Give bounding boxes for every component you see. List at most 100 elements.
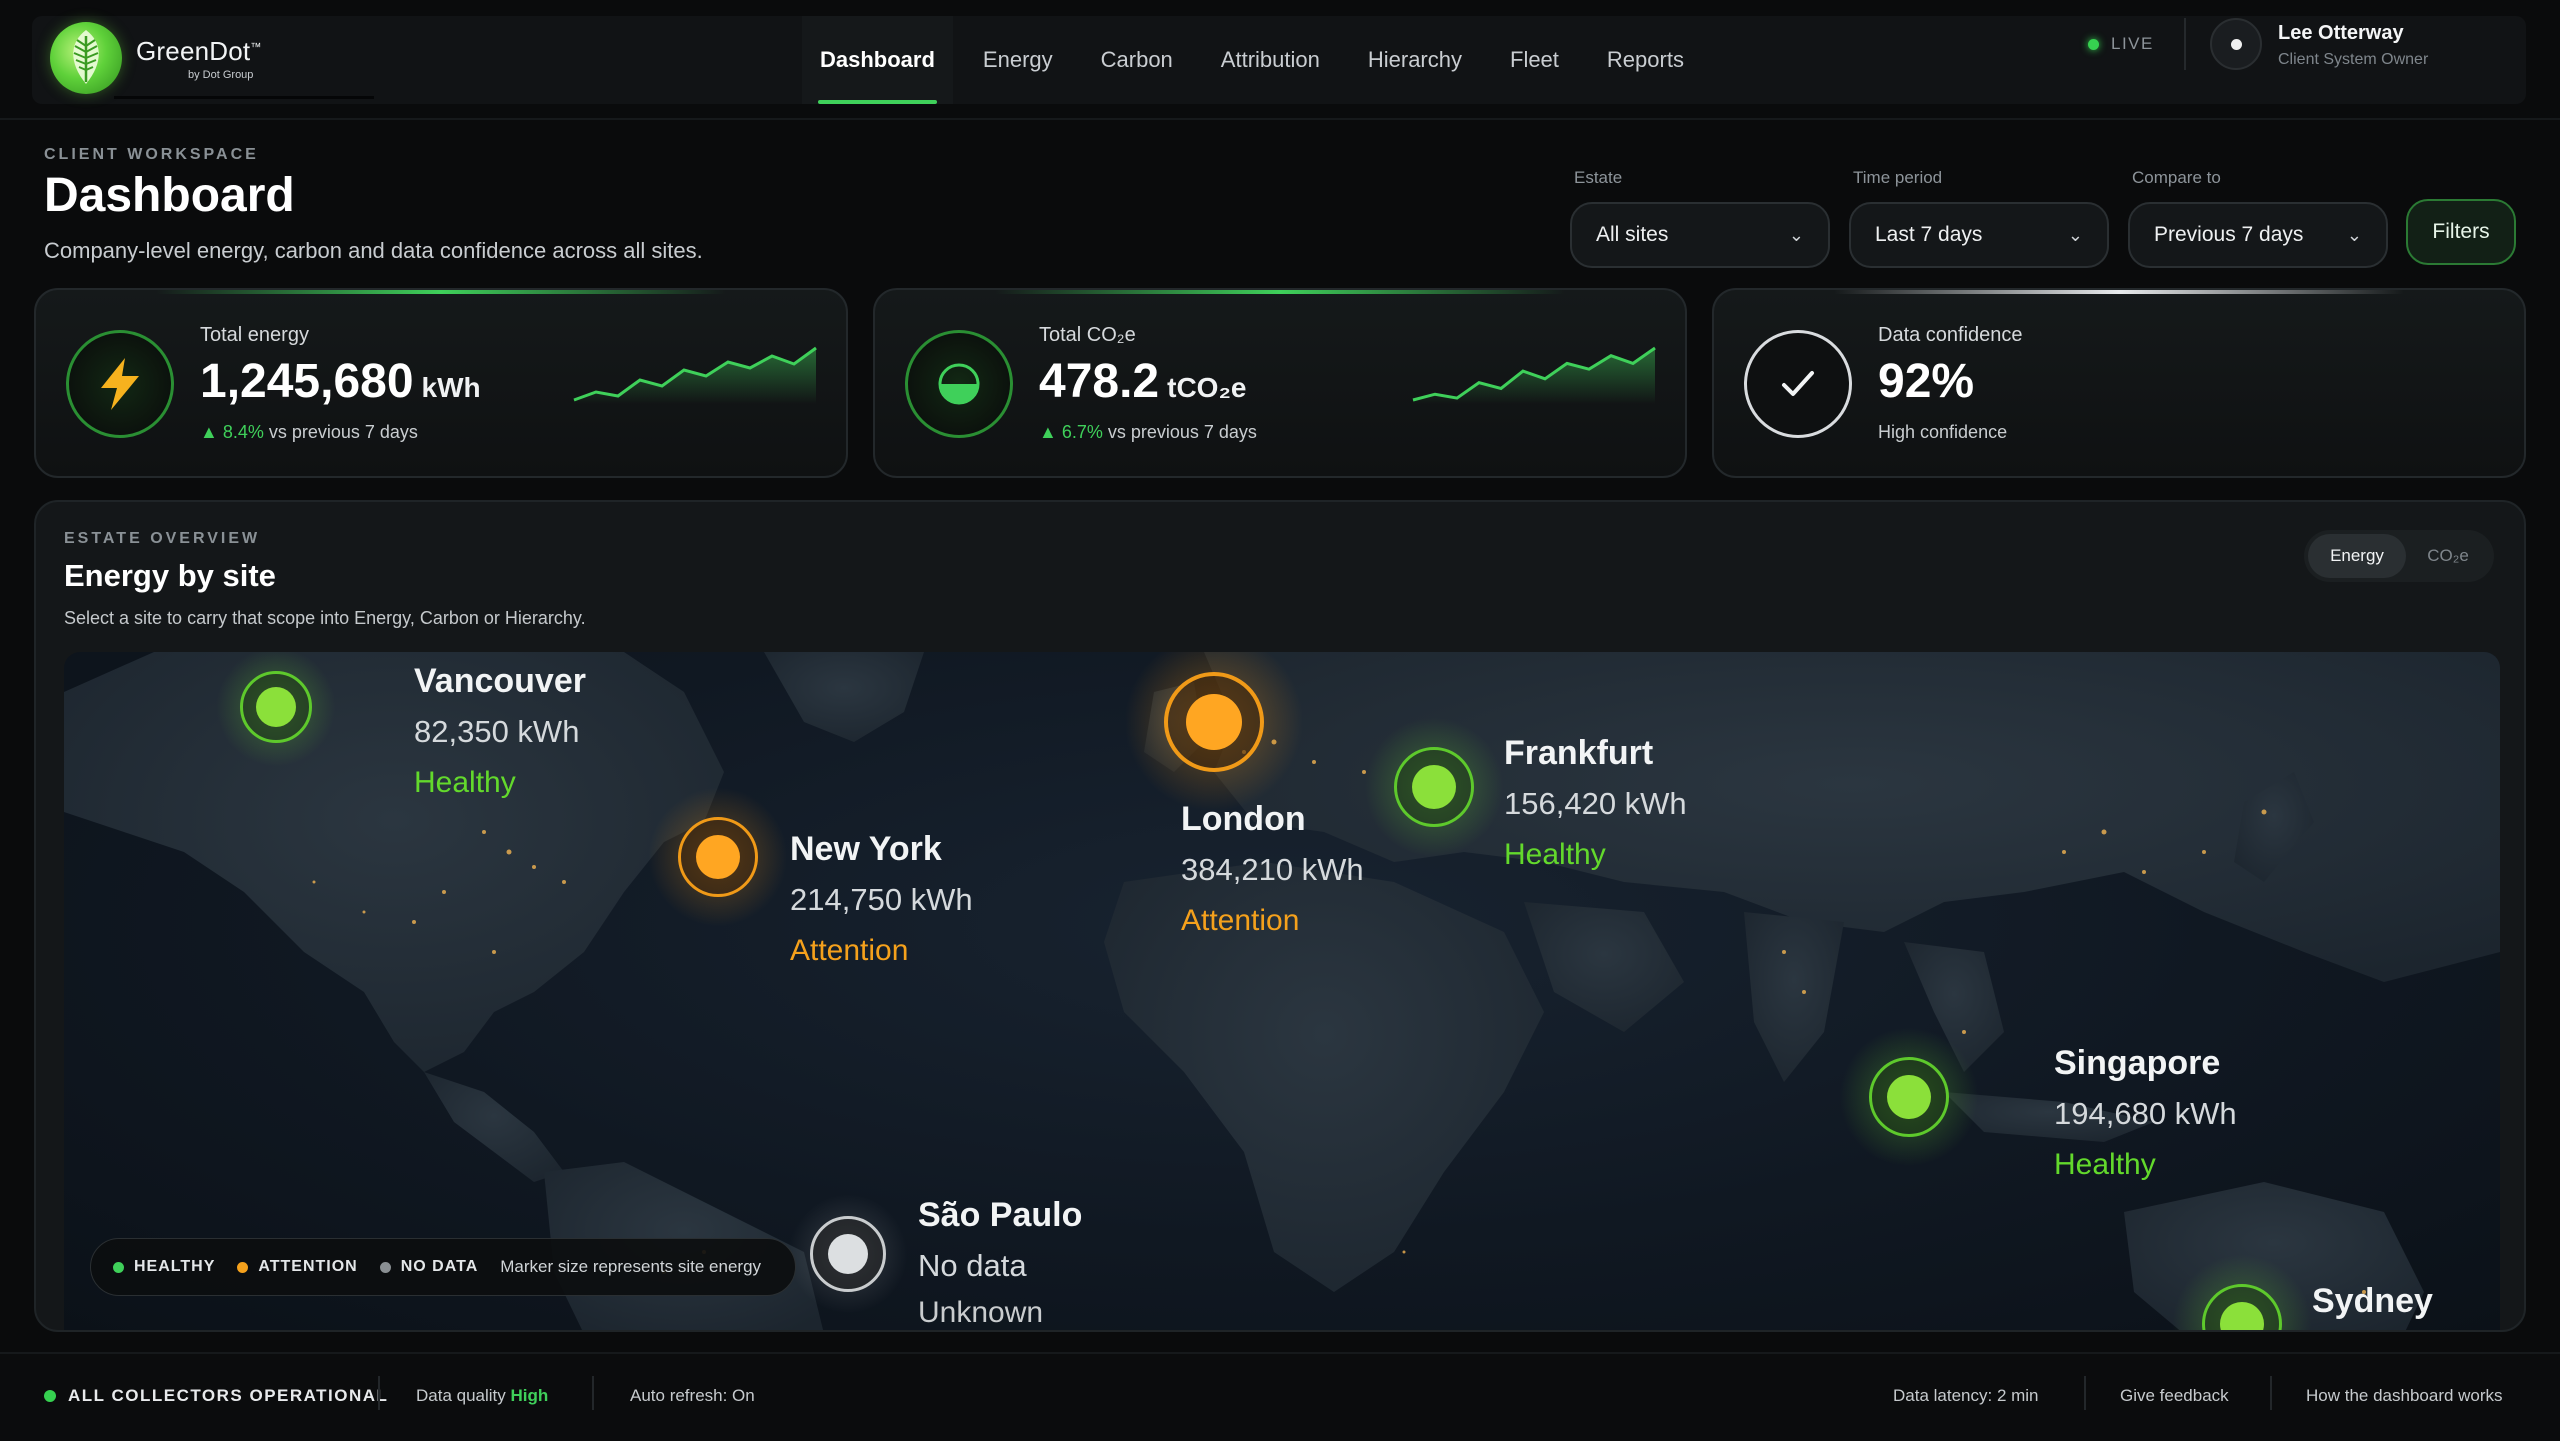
site-energy-value: 214,750 kWh: [790, 882, 973, 917]
compare-filter-label: Compare to: [2132, 168, 2221, 187]
kpi-label: Total CO₂e: [1039, 324, 1136, 346]
site-name: London: [1181, 800, 1306, 838]
tab-carbon[interactable]: Carbon: [1083, 16, 1191, 104]
toggle-energy[interactable]: Energy: [2308, 534, 2406, 578]
site-status: Unknown: [918, 1296, 1044, 1329]
kpi-label: Total energy: [200, 324, 309, 346]
kpi-card-total-co2e[interactable]: Total CO₂e 478.2 tCO₂e ▲ 6.7% vs previous…: [873, 288, 1687, 478]
estate-select[interactable]: All sites ⌄: [1570, 202, 1830, 268]
estate-title: Energy by site: [64, 558, 276, 593]
kpi-number: 478.2: [1039, 355, 1160, 408]
give-feedback-link[interactable]: Give feedback: [2120, 1386, 2229, 1406]
kpi-card-total-energy[interactable]: Total energy 1,245,680 kWh ▲ 8.4% vs prev…: [34, 288, 848, 478]
estate-filter: Estate All sites ⌄: [1570, 168, 1830, 268]
toggle-co2e[interactable]: CO₂e: [2406, 534, 2490, 578]
legend-attention: ATTENTION: [258, 1258, 358, 1275]
brand-trademark: ™: [250, 40, 262, 53]
tab-fleet[interactable]: Fleet: [1492, 16, 1577, 104]
period-filter: Time period Last 7 days ⌄: [1849, 168, 2109, 268]
site-energy-value: 156,420 kWh: [1504, 786, 1687, 821]
site-name: Frankfurt: [1504, 734, 1654, 772]
metric-toggle: Energy CO₂e: [2304, 530, 2494, 582]
site-status: Attention: [790, 934, 909, 967]
no-data-dot-icon: [379, 1261, 391, 1273]
kpi-label: Data confidence: [1878, 324, 2023, 346]
footer-separator: [592, 1376, 594, 1410]
top-navigation-bar: GreenDot™ by Dot Group Dashboard Energy …: [32, 16, 2526, 104]
live-label: LIVE: [2111, 34, 2154, 53]
legend-note: Marker size represents site energy: [500, 1257, 762, 1276]
site-energy-value: No data: [918, 1248, 1027, 1283]
estate-filter-label: Estate: [1574, 168, 1623, 187]
auto-refresh-status: Auto refresh: On: [630, 1386, 755, 1405]
chevron-down-icon: ⌄: [2346, 224, 2362, 245]
world-map[interactable]: Vancouver 82,350 kWh Healthy New York 21…: [64, 652, 2500, 1330]
carbon-gauge-icon: [905, 330, 1013, 438]
lightning-bolt-icon: [66, 330, 174, 438]
tab-reports[interactable]: Reports: [1589, 16, 1702, 104]
site-name: Sydney: [2312, 1282, 2433, 1320]
main-nav-tabs: Dashboard Energy Carbon Attribution Hier…: [802, 16, 1714, 104]
user-avatar[interactable]: [2210, 18, 2262, 70]
compare-select[interactable]: Previous 7 days ⌄: [2128, 202, 2388, 268]
how-dashboard-works-link[interactable]: How the dashboard works: [2306, 1386, 2503, 1406]
filters-button[interactable]: Filters: [2406, 199, 2516, 265]
workspace-eyebrow: CLIENT WORKSPACE: [44, 146, 259, 163]
healthy-dot-icon: [113, 1261, 124, 1273]
estate-select-value: All sites: [1596, 223, 1669, 246]
live-indicator: LIVE: [2088, 34, 2154, 54]
user-role: Client System Owner: [2278, 51, 2429, 68]
footer-separator: [378, 1376, 380, 1410]
map-legend: HEALTHY ATTENTION NO DATA Marker size re…: [90, 1238, 796, 1296]
data-quality-value: High: [510, 1386, 549, 1405]
tab-attribution[interactable]: Attribution: [1203, 16, 1338, 104]
tab-dashboard[interactable]: Dashboard: [802, 16, 953, 104]
chevron-down-icon: ⌄: [2067, 224, 2083, 245]
site-status: Healthy: [414, 766, 516, 799]
data-quality-label: Data quality: [416, 1386, 511, 1405]
period-select-value: Last 7 days: [1875, 223, 1983, 246]
legend-no-data: NO DATA: [400, 1258, 479, 1275]
legend-healthy: HEALTHY: [134, 1258, 216, 1275]
kpi-value: 478.2 tCO₂e: [1039, 354, 1246, 409]
kpi-value: 1,245,680 kWh: [200, 354, 481, 409]
brand-subtitle: by Dot Group: [188, 68, 254, 81]
data-latency: Data latency: 2 min: [1893, 1386, 2039, 1405]
status-dot-icon: [44, 1390, 56, 1402]
period-select[interactable]: Last 7 days ⌄: [1849, 202, 2109, 268]
checkmark-icon: [1744, 330, 1852, 438]
live-dot-icon: [2088, 38, 2099, 50]
kpi-unit: tCO₂e: [1167, 372, 1247, 403]
kpi-delta: ▲ 6.7% vs previous 7 days: [1039, 422, 1257, 443]
period-filter-label: Time period: [1853, 168, 1943, 187]
brand-logo[interactable]: GreenDot™ by Dot Group: [50, 22, 262, 94]
data-quality: Data quality High: [416, 1386, 548, 1406]
collectors-status-label: ALL COLLECTORS OPERATIONAL: [68, 1386, 389, 1405]
kpi-card-data-confidence[interactable]: Data confidence 92% High confidence: [1712, 288, 2526, 478]
user-name: Lee Otterway: [2278, 22, 2404, 44]
site-energy-value: 82,350 kWh: [414, 714, 580, 749]
kpi-accent-line: [1834, 290, 2404, 294]
site-energy-value: 194,680 kWh: [2054, 1096, 2237, 1131]
kpi-value: 92%: [1878, 355, 1975, 408]
kpi-delta: ▲ 8.4% vs previous 7 days: [200, 422, 418, 443]
estate-eyebrow: ESTATE OVERVIEW: [64, 530, 261, 547]
tab-hierarchy[interactable]: Hierarchy: [1350, 16, 1480, 104]
logo-divider: [114, 96, 374, 99]
page-title: Dashboard: [44, 169, 295, 222]
user-menu[interactable]: Lee Otterway Client System Owner: [2278, 22, 2428, 69]
brand-name: GreenDot: [136, 35, 251, 66]
tab-energy[interactable]: Energy: [965, 16, 1071, 104]
kpi-delta-value: ▲ 8.4%: [200, 422, 264, 442]
chevron-down-icon: ⌄: [1788, 224, 1804, 245]
attention-dot-icon: [237, 1261, 249, 1273]
site-status: Attention: [1181, 904, 1300, 937]
site-name: Singapore: [2054, 1044, 2221, 1082]
site-name: New York: [790, 830, 942, 868]
estate-overview-panel: ESTATE OVERVIEW Energy by site Select a …: [34, 500, 2526, 1332]
site-status: Healthy: [2054, 1148, 2156, 1181]
footer-separator: [2270, 1376, 2272, 1410]
site-energy-value: 384,210 kWh: [1181, 852, 1364, 887]
kpi-accent-line: [995, 290, 1565, 294]
site-name: Vancouver: [414, 662, 586, 700]
